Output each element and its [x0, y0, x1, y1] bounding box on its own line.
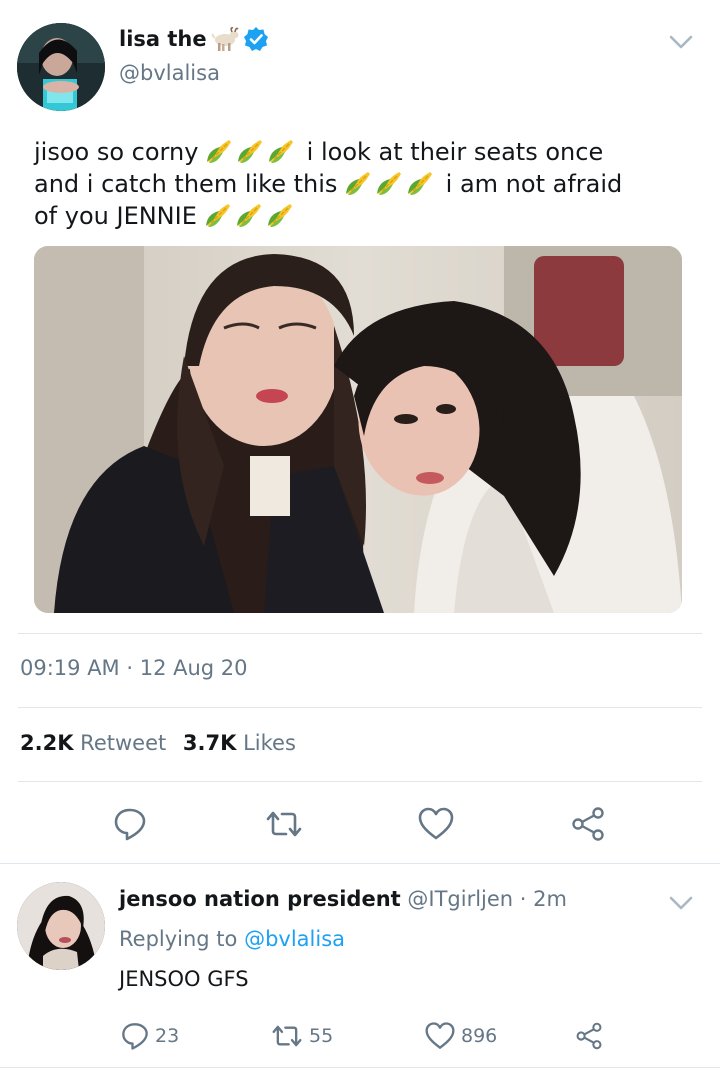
corn-emoji-group	[345, 170, 446, 198]
reply-retweet-count: 55	[309, 1025, 334, 1047]
corn-emoji-icon	[408, 172, 433, 195]
corn-emoji-icon	[205, 204, 230, 227]
heart-icon	[418, 807, 454, 840]
retweet-icon	[266, 811, 302, 837]
reply-like-count: 896	[461, 1025, 498, 1047]
replying-prefix: Replying to	[119, 927, 238, 951]
corn-emoji-icon	[377, 172, 402, 195]
reply-icon	[122, 1023, 148, 1050]
tweet-text-part: of you JENNIE	[34, 202, 197, 230]
author-display-name[interactable]: lisa the	[119, 26, 269, 52]
reply-button[interactable]	[108, 802, 152, 846]
divider	[0, 1067, 720, 1068]
retweet-icon	[272, 1025, 302, 1047]
reply-retweet-button[interactable]: 55	[270, 1020, 333, 1052]
tweet-text-part: and i catch them like this	[34, 170, 338, 198]
corn-emoji-icon	[269, 140, 294, 163]
corn-emoji-icon	[236, 204, 261, 227]
corn-emoji-group	[205, 202, 298, 230]
corn-emoji-icon	[207, 140, 232, 163]
replying-to: Replying to @bvlalisa	[119, 927, 345, 951]
share-icon	[572, 807, 604, 841]
reply-reply-count: 23	[155, 1025, 180, 1047]
reply-separator	[0, 863, 720, 864]
reply-header: jensoo nation president @ITgirljen · 2m	[119, 887, 567, 911]
corn-emoji-icon	[238, 140, 263, 163]
replying-mention-link[interactable]: @bvlalisa	[244, 927, 345, 951]
chevron-down-icon[interactable]	[666, 30, 696, 54]
author-name-text: lisa the	[119, 27, 207, 51]
tweet-text-line-2: and i catch them like this i am not afra…	[34, 168, 694, 200]
reply-author-handle-time[interactable]: @ITgirljen · 2m	[407, 887, 567, 911]
divider	[18, 707, 702, 708]
reply-author-avatar[interactable]	[17, 882, 105, 970]
retweet-count[interactable]: 2.2K	[20, 731, 73, 755]
share-button[interactable]	[566, 802, 610, 846]
corn-emoji-icon	[267, 204, 292, 227]
tweet-text-part: i am not afraid	[445, 170, 623, 198]
reply-icon	[114, 808, 146, 841]
reply-like-button[interactable]: 896	[424, 1020, 497, 1052]
like-count[interactable]: 3.7K	[183, 731, 236, 755]
tweet-text-line-3: of you JENNIE	[34, 200, 694, 232]
corn-emoji-group	[206, 138, 307, 166]
tweet-text-part: jisoo so corny	[34, 138, 199, 166]
chevron-down-icon[interactable]	[666, 891, 696, 915]
tweet-photo[interactable]	[34, 246, 682, 613]
heart-icon	[425, 1022, 455, 1049]
tweet-timestamp[interactable]: 09:19 AM · 12 Aug 20	[20, 656, 248, 680]
tweet-stats: 2.2K Retweet 3.7K Likes	[20, 731, 306, 755]
reply-share-button[interactable]	[574, 1020, 604, 1052]
retweet-button[interactable]	[262, 802, 306, 846]
tweet-text-line-1: jisoo so corny i look at their seats onc…	[34, 136, 694, 168]
author-handle[interactable]: @bvlalisa	[119, 61, 220, 85]
tweet-text: jisoo so corny i look at their seats onc…	[34, 136, 694, 232]
reply-reply-button[interactable]: 23	[120, 1020, 179, 1052]
like-label[interactable]: Likes	[243, 731, 296, 755]
tweet-header: lisa the @bvlalisa	[0, 0, 720, 120]
divider	[18, 633, 702, 634]
author-avatar[interactable]	[17, 23, 105, 111]
like-button[interactable]	[414, 802, 458, 846]
share-icon	[576, 1022, 602, 1050]
retweet-label[interactable]: Retweet	[80, 731, 166, 755]
reply-author-name[interactable]: jensoo nation president	[119, 887, 401, 911]
divider	[18, 781, 702, 782]
corn-emoji-icon	[346, 172, 371, 195]
tweet-text-part: i look at their seats once	[306, 138, 604, 166]
reply-text: JENSOO GFS	[119, 967, 249, 991]
goat-emoji-icon	[211, 26, 239, 52]
verified-badge-icon	[243, 26, 269, 52]
